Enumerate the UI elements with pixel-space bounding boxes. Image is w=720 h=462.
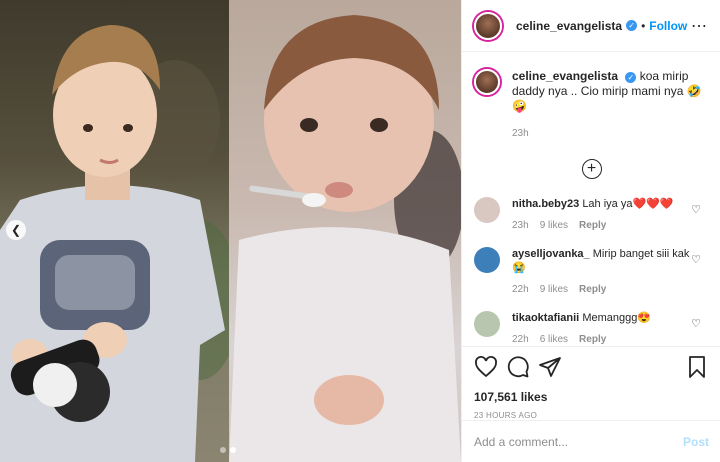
caption-age: 23h — [512, 128, 529, 139]
carousel-dot — [220, 447, 226, 453]
share-icon[interactable] — [538, 355, 562, 379]
comments-list[interactable]: celine_evangelista ✓ koa mirip daddy nya… — [462, 53, 720, 346]
post-caption: celine_evangelista ✓ koa mirip daddy nya… — [462, 53, 720, 141]
comment-meta: 22h 6 likes Reply — [512, 333, 700, 346]
post-actions: 107,561 likes 23 HOURS AGO — [462, 346, 720, 420]
photo-right-baby — [229, 0, 461, 462]
photo-left-boy: ❮ — [0, 0, 229, 462]
add-comment-bar: Post — [462, 420, 720, 462]
post-side-panel: celine_evangelista ✓ • Follow ⋯ celine_e… — [461, 0, 720, 462]
comment-body: tikaoktafianii Memanggg😍 22h 6 likes Rep… — [512, 311, 700, 346]
add-comment-input[interactable] — [474, 434, 683, 449]
comment-age: 22h — [512, 284, 529, 295]
chevron-left-icon: ❮ — [10, 223, 22, 237]
comment-like-heart-icon[interactable]: ♡ — [691, 253, 701, 266]
boy-illustration — [0, 25, 229, 462]
comment-item: ayselljovanka_ Mirip banget siii kak😭 22… — [462, 247, 720, 297]
post-header: celine_evangelista ✓ • Follow ⋯ — [462, 0, 720, 52]
post-comment-button[interactable]: Post — [683, 435, 709, 449]
author-avatar[interactable] — [474, 11, 502, 40]
comment-text: Memanggg😍 — [582, 312, 652, 324]
comment-item: nitha.beby23 Lah iya ya❤️❤️❤️ 23h 9 like… — [462, 197, 720, 233]
caption-username[interactable]: celine_evangelista — [512, 69, 618, 83]
caption-avatar[interactable] — [474, 69, 500, 95]
likes-count[interactable]: 107,561 likes — [474, 390, 709, 404]
comment-like-heart-icon[interactable]: ♡ — [691, 203, 701, 216]
bookmark-icon[interactable] — [685, 355, 709, 379]
carousel-dot-active — [230, 447, 236, 453]
commenter-avatar[interactable] — [474, 197, 500, 223]
comment-reply-button[interactable]: Reply — [579, 333, 606, 346]
comment-age: 22h — [512, 334, 529, 345]
comment-meta: 23h 9 likes Reply — [512, 219, 700, 233]
comment-likes[interactable]: 6 likes — [540, 333, 568, 346]
plus-circle-icon: + — [586, 160, 597, 177]
post-timestamp: 23 HOURS AGO — [474, 411, 538, 420]
baby-illustration — [229, 15, 461, 462]
comment-body: ayselljovanka_ Mirip banget siii kak😭 22… — [512, 247, 700, 297]
comment-likes[interactable]: 9 likes — [540, 283, 568, 297]
comment-like-heart-icon[interactable]: ♡ — [691, 317, 701, 330]
carousel-dots — [220, 447, 236, 453]
commenter-username[interactable]: ayselljovanka_ — [512, 248, 590, 260]
commenter-avatar[interactable] — [474, 247, 500, 273]
post-photo[interactable]: ❮ — [0, 0, 461, 462]
comment-reply-button[interactable]: Reply — [579, 283, 606, 297]
carousel-prev-button[interactable]: ❮ — [6, 220, 26, 240]
comment-likes[interactable]: 9 likes — [540, 219, 568, 233]
more-options-icon[interactable]: ⋯ — [691, 16, 708, 36]
comment-body: nitha.beby23 Lah iya ya❤️❤️❤️ 23h 9 like… — [512, 197, 700, 233]
comment-text: Lah iya ya❤️❤️❤️ — [582, 198, 674, 210]
follow-button[interactable]: Follow — [649, 19, 687, 33]
action-icons-row — [474, 355, 709, 379]
comment-item: tikaoktafianii Memanggg😍 22h 6 likes Rep… — [462, 311, 720, 346]
comment-icon[interactable] — [506, 355, 530, 379]
comment-reply-button[interactable]: Reply — [579, 219, 606, 233]
commenter-username[interactable]: nitha.beby23 — [512, 198, 579, 210]
caption-body: celine_evangelista ✓ koa mirip daddy nya… — [512, 69, 709, 141]
load-more-comments-button[interactable]: + — [581, 159, 602, 179]
comment-age: 23h — [512, 220, 529, 231]
verified-badge-icon: ✓ — [625, 72, 637, 83]
commenter-username[interactable]: tikaoktafianii — [512, 312, 579, 324]
author-username[interactable]: celine_evangelista — [516, 19, 622, 33]
verified-badge-icon: ✓ — [626, 20, 638, 31]
header-separator: • — [641, 18, 646, 33]
heart-icon[interactable] — [474, 355, 498, 379]
commenter-avatar[interactable] — [474, 311, 500, 337]
comment-meta: 22h 9 likes Reply — [512, 283, 700, 297]
